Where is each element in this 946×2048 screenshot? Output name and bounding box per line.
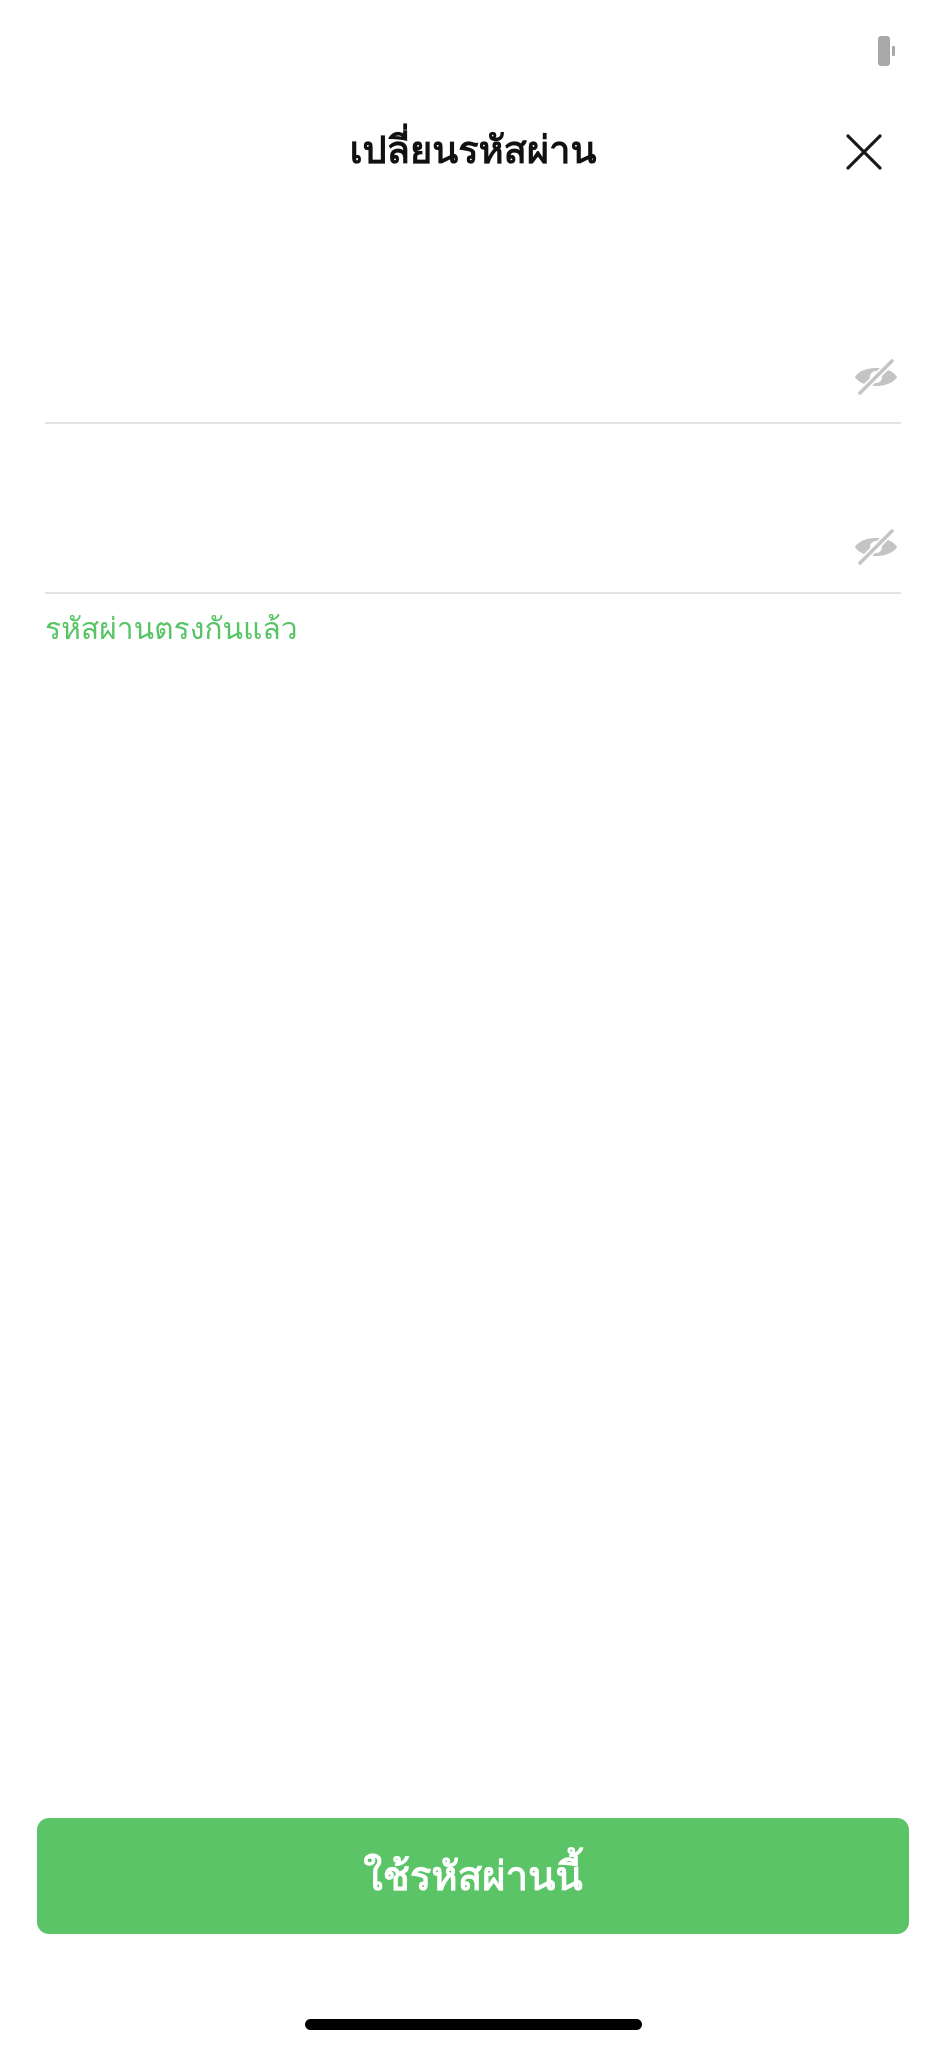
new-password-visibility-toggle[interactable] (851, 352, 901, 402)
new-password-input[interactable] (45, 352, 825, 402)
use-password-button-label: ใช้รหัสผ่านนี้ (363, 1855, 583, 1899)
password-match-message: รหัสผ่านตรงกันแล้ว (45, 612, 298, 647)
battery-icon (878, 36, 895, 66)
page-title: เปลี่ยนรหัสผ่าน (349, 128, 597, 172)
eye-slash-icon (855, 357, 897, 397)
confirm-password-field (45, 502, 901, 594)
confirm-password-input[interactable] (45, 522, 825, 572)
new-password-field (45, 332, 901, 424)
confirm-password-visibility-toggle[interactable] (851, 522, 901, 572)
eye-slash-icon (855, 527, 897, 567)
status-bar (0, 0, 946, 90)
home-indicator (305, 2019, 642, 2030)
use-password-button[interactable]: ใช้รหัสผ่านนี้ (37, 1818, 909, 1934)
header: เปลี่ยนรหัสผ่าน (0, 110, 946, 190)
close-icon (846, 134, 882, 170)
close-button[interactable] (838, 126, 890, 178)
